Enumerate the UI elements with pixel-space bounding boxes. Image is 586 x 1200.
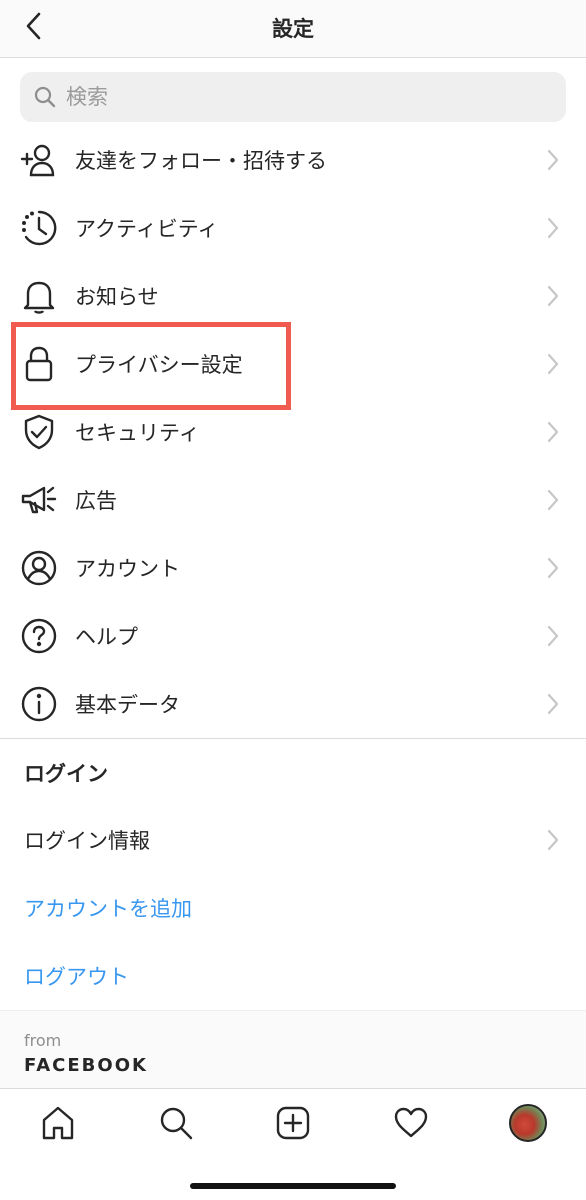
add-person-icon: [20, 141, 58, 179]
chevron-right-icon: [546, 693, 560, 715]
login-info-item[interactable]: ログイン情報: [0, 806, 586, 874]
tab-home[interactable]: [33, 1101, 83, 1145]
menu-item-ads[interactable]: 広告: [0, 466, 586, 534]
menu-item-label: アクティビティ: [75, 217, 219, 241]
section-divider: [0, 738, 586, 739]
menu-item-label: 広告: [75, 489, 117, 513]
megaphone-icon: [20, 481, 58, 519]
add-account-link[interactable]: アカウントを追加: [0, 874, 586, 942]
menu-item-label: アカウント: [75, 557, 180, 581]
chevron-right-icon: [546, 149, 560, 171]
tab-new-post[interactable]: [268, 1101, 318, 1145]
menu-item-privacy[interactable]: プライバシー設定: [0, 330, 586, 398]
avatar: [509, 1104, 547, 1142]
chevron-right-icon: [546, 829, 560, 851]
from-label: from: [24, 1031, 62, 1050]
menu-item-follow-invite[interactable]: 友達をフォロー・招待する: [0, 126, 586, 194]
shield-check-icon: [20, 413, 58, 451]
home-icon: [42, 1106, 74, 1140]
activity-clock-icon: [20, 209, 58, 247]
chevron-right-icon: [546, 557, 560, 579]
bell-icon: [20, 277, 58, 315]
login-info-label: ログイン情報: [24, 829, 150, 853]
facebook-brand: FACEBOOK: [24, 1055, 148, 1076]
menu-item-label: セキュリティ: [75, 421, 200, 445]
menu-item-label: 基本データ: [75, 693, 180, 717]
page-title: 設定: [272, 17, 314, 41]
home-indicator: [190, 1183, 396, 1189]
tab-activity[interactable]: [386, 1101, 436, 1145]
chevron-right-icon: [546, 625, 560, 647]
menu-item-label: ヘルプ: [75, 625, 138, 649]
menu-item-help[interactable]: ヘルプ: [0, 602, 586, 670]
menu-item-label: お知らせ: [75, 285, 159, 309]
menu-item-about[interactable]: 基本データ: [0, 670, 586, 738]
menu-item-label: プライバシー設定: [75, 353, 243, 377]
chevron-right-icon: [546, 421, 560, 443]
search-input[interactable]: [66, 85, 546, 109]
menu-item-account[interactable]: アカウント: [0, 534, 586, 602]
search-icon: [34, 86, 56, 108]
chevron-right-icon: [546, 217, 560, 239]
account-circle-icon: [20, 549, 58, 587]
chevron-right-icon: [546, 285, 560, 307]
tab-profile[interactable]: [503, 1101, 553, 1145]
search-icon: [160, 1107, 193, 1140]
from-facebook-footer: from FACEBOOK: [0, 1010, 586, 1088]
search-bar[interactable]: [20, 72, 566, 122]
logout-link[interactable]: ログアウト: [0, 942, 586, 1010]
help-circle-icon: [20, 617, 58, 655]
menu-item-notifications[interactable]: お知らせ: [0, 262, 586, 330]
logout-label: ログアウト: [24, 965, 129, 989]
top-bar: 設定: [0, 0, 586, 58]
chevron-right-icon: [546, 489, 560, 511]
info-circle-icon: [20, 685, 58, 723]
lock-icon: [20, 345, 58, 383]
login-section-title: ログイン: [24, 762, 108, 786]
settings-menu: 友達をフォロー・招待する アクティビティ お知らせ プライバシー設定 セキュリテ…: [0, 126, 586, 738]
chevron-right-icon: [546, 353, 560, 375]
menu-item-activity[interactable]: アクティビティ: [0, 194, 586, 262]
tab-search[interactable]: [151, 1101, 201, 1145]
heart-icon: [394, 1107, 428, 1138]
menu-item-label: 友達をフォロー・招待する: [75, 149, 327, 173]
add-account-label: アカウントを追加: [24, 897, 192, 921]
new-post-icon: [276, 1106, 310, 1140]
menu-item-security[interactable]: セキュリティ: [0, 398, 586, 466]
